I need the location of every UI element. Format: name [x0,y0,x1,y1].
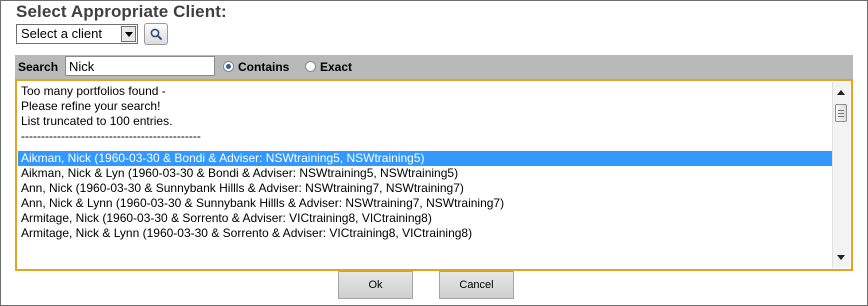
contains-radio[interactable] [223,61,234,72]
list-item[interactable]: Aikman, Nick & Lyn (1960-03-30 & Bondi &… [18,166,833,181]
list-item[interactable]: Ann, Nick (1960-03-30 & Sunnybank Hillls… [18,181,833,196]
contains-label: Contains [238,60,290,74]
cancel-button[interactable]: Cancel [439,271,514,299]
client-dropdown-value: Select a client [21,26,102,41]
client-dropdown[interactable]: Select a client [16,24,138,44]
list-item[interactable]: Armitage, Nick & Lynn (1960-03-30 & Sorr… [18,226,833,241]
magnifier-icon [150,28,163,41]
chevron-down-icon[interactable] [121,26,136,42]
list-message: Please refine your search! [21,99,161,113]
client-listbox[interactable]: Too many portfolios found - Please refin… [15,79,853,271]
ok-button[interactable]: Ok [338,271,413,299]
exact-radio[interactable] [305,61,316,72]
list-item[interactable]: Ann, Nick & Lynn (1960-03-30 & Sunnybank… [18,196,833,211]
list-item[interactable]: Aikman, Nick (1960-03-30 & Bondi & Advis… [18,151,833,166]
search-button[interactable] [144,23,168,45]
list-item[interactable]: Armitage, Nick (1960-03-30 & Sorrento & … [18,211,833,226]
panel-title: Select Appropriate Client: [16,2,227,21]
client-selection-panel: Select Appropriate Client: Select a clie… [0,0,868,306]
client-list: Too many portfolios found - Please refin… [18,84,833,268]
exact-label: Exact [320,60,353,74]
list-scrollbar[interactable] [832,82,850,268]
scroll-up-icon[interactable] [837,90,845,95]
list-message: Too many portfolios found - [21,84,166,98]
search-label: Search [18,60,59,74]
scroll-down-icon[interactable] [837,255,845,260]
search-input[interactable] [65,56,215,76]
list-separator: ----------------------------------------… [21,129,201,143]
list-message: List truncated to 100 entries. [21,114,173,128]
scroll-thumb[interactable] [835,104,847,122]
search-bar: Search Contains Exact [15,55,853,79]
